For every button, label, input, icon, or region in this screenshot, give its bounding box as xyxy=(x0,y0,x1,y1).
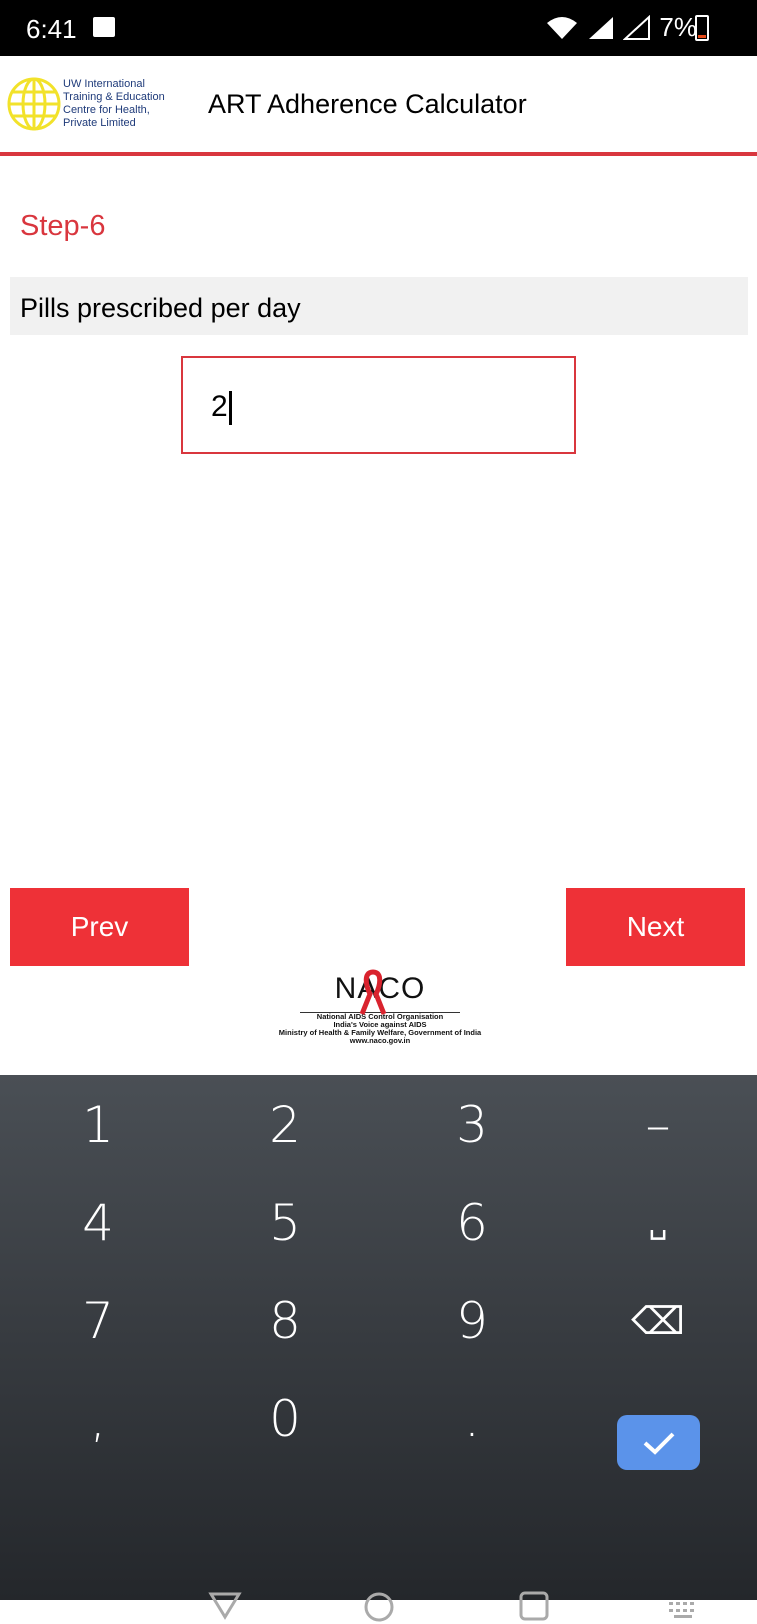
app-bar: UW International Training & Education Ce… xyxy=(0,56,757,156)
wifi-icon xyxy=(547,16,578,39)
recents-nav-icon[interactable] xyxy=(518,1590,550,1622)
page-title: ART Adherence Calculator xyxy=(208,89,527,119)
battery-icon xyxy=(695,15,709,41)
key-9[interactable]: 9 xyxy=(422,1281,522,1361)
red-ribbon-icon xyxy=(359,969,387,1015)
time: 6:41 xyxy=(26,14,77,44)
key-4[interactable]: 4 xyxy=(48,1183,148,1263)
keyboard-switch-icon[interactable] xyxy=(668,1600,700,1620)
key-minus[interactable]: – xyxy=(608,1085,708,1165)
key-5[interactable]: 5 xyxy=(235,1183,335,1263)
numeric-keyboard: 1 2 3 – 4 5 6 ␣ 7 8 9 ⌫ , 0 . xyxy=(0,1075,757,1622)
key-0[interactable]: 0 xyxy=(235,1379,335,1459)
pills-per-day-input[interactable]: 2 xyxy=(181,356,576,454)
key-period[interactable]: . xyxy=(422,1379,522,1459)
key-comma[interactable]: , xyxy=(48,1379,148,1459)
home-nav-icon[interactable] xyxy=(362,1590,396,1624)
naco-logo: NACO National AIDS Control Organisation … xyxy=(270,969,490,1045)
org-line: Training & Education xyxy=(63,91,165,103)
key-7[interactable]: 7 xyxy=(48,1281,148,1361)
image-notification-icon xyxy=(93,17,115,37)
signal-icon xyxy=(589,16,614,39)
globe-logo-icon xyxy=(7,77,61,131)
prev-button[interactable]: Prev xyxy=(10,888,189,966)
org-line: Private Limited xyxy=(63,117,136,129)
key-1[interactable]: 1 xyxy=(48,1085,148,1165)
signal-icon-2 xyxy=(623,14,651,40)
input-value: 2 xyxy=(211,390,228,423)
key-6[interactable]: 6 xyxy=(422,1183,522,1263)
check-icon xyxy=(643,1432,674,1455)
key-8[interactable]: 8 xyxy=(235,1281,335,1361)
org-name: UW International Training & Education Ce… xyxy=(63,78,165,130)
backspace-key[interactable]: ⌫ xyxy=(608,1281,708,1361)
org-line: UW International xyxy=(63,78,145,90)
key-space[interactable]: ␣ xyxy=(608,1183,708,1263)
org-line: Centre for Health, xyxy=(63,104,150,116)
status-bar: 6:41 7% xyxy=(0,0,757,56)
done-button[interactable] xyxy=(617,1415,700,1470)
text-cursor xyxy=(228,391,232,426)
battery-percent: 7% xyxy=(659,12,697,42)
back-nav-icon[interactable] xyxy=(208,1590,242,1620)
key-3[interactable]: 3 xyxy=(422,1085,522,1165)
step-label: Step-6 xyxy=(20,210,106,242)
question-label: Pills prescribed per day xyxy=(10,277,748,335)
naco-line: www.naco.gov.in xyxy=(349,1036,411,1045)
next-button[interactable]: Next xyxy=(566,888,745,966)
key-2[interactable]: 2 xyxy=(235,1085,335,1165)
